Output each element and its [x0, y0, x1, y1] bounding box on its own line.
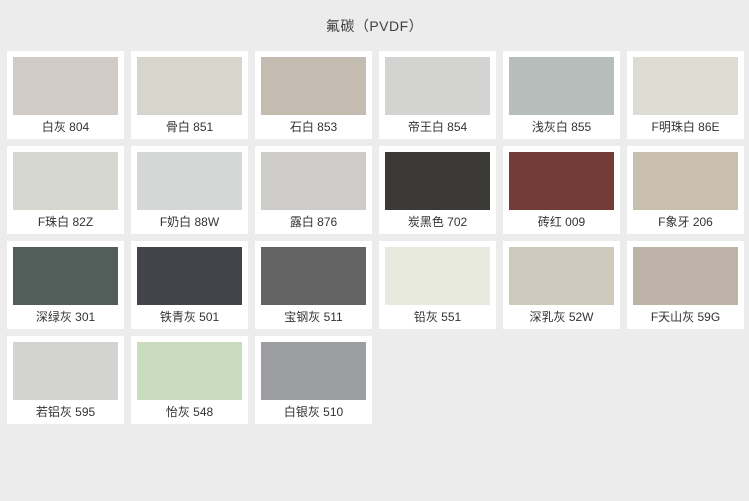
swatch-card[interactable]: 白灰 804 [7, 51, 124, 139]
swatch-label: 露白 876 [289, 215, 338, 229]
swatch-label: 若铝灰 595 [35, 405, 96, 419]
swatch-label: F象牙 206 [658, 215, 713, 229]
swatch-label: 深乳灰 52W [529, 310, 594, 324]
swatch-label: 白灰 804 [41, 120, 90, 134]
swatch-label: 炭黑色 702 [407, 215, 468, 229]
color-sample [261, 57, 366, 115]
swatch-label: 宝钢灰 511 [284, 310, 343, 324]
swatch-label: 石白 853 [289, 120, 338, 134]
color-sample [137, 152, 242, 210]
swatch-label: 浅灰白 855 [531, 120, 592, 134]
swatch-card[interactable]: 怡灰 548 [131, 336, 248, 424]
color-sample [633, 152, 738, 210]
swatch-label: 铅灰 551 [413, 310, 462, 324]
swatch-card[interactable]: 石白 853 [255, 51, 372, 139]
color-sample [13, 247, 118, 305]
swatch-label: F明珠白 86E [651, 120, 720, 134]
swatch-card[interactable]: F象牙 206 [627, 146, 744, 234]
swatch-card[interactable]: 白银灰 510 [255, 336, 372, 424]
swatch-grid: 白灰 804 骨白 851 石白 853 帝王白 854 浅灰白 855 F明珠… [0, 35, 749, 424]
swatch-card[interactable]: 帝王白 854 [379, 51, 496, 139]
color-sample [633, 247, 738, 305]
swatch-card[interactable]: 浅灰白 855 [503, 51, 620, 139]
color-sample [261, 152, 366, 210]
color-sample [261, 342, 366, 400]
swatch-card[interactable]: F奶白 88W [131, 146, 248, 234]
swatch-label: F天山灰 59G [650, 310, 721, 324]
swatch-card[interactable]: 宝钢灰 511 [255, 241, 372, 329]
swatch-card[interactable]: 砖红 009 [503, 146, 620, 234]
swatch-card[interactable]: 骨白 851 [131, 51, 248, 139]
swatch-card[interactable]: 铁青灰 501 [131, 241, 248, 329]
swatch-card[interactable]: 若铝灰 595 [7, 336, 124, 424]
color-sample [137, 57, 242, 115]
swatch-label: 骨白 851 [165, 120, 214, 134]
page-title: 氟碳（PVDF） [325, 18, 424, 34]
swatch-label: F珠白 82Z [37, 215, 94, 229]
swatch-card[interactable]: F珠白 82Z [7, 146, 124, 234]
color-sample [137, 247, 242, 305]
swatch-card[interactable]: 铅灰 551 [379, 241, 496, 329]
swatch-card[interactable]: 炭黑色 702 [379, 146, 496, 234]
color-palette-page: 氟碳（PVDF） 白灰 804 骨白 851 石白 853 帝王白 854 浅灰… [0, 0, 749, 501]
swatch-label: F奶白 88W [159, 215, 220, 229]
color-sample [509, 152, 614, 210]
color-sample [13, 57, 118, 115]
swatch-card[interactable]: F明珠白 86E [627, 51, 744, 139]
color-sample [385, 152, 490, 210]
swatch-label: 深绿灰 301 [35, 310, 96, 324]
color-sample [633, 57, 738, 115]
swatch-label: 帝王白 854 [407, 120, 468, 134]
swatch-card[interactable]: 露白 876 [255, 146, 372, 234]
swatch-label: 铁青灰 501 [159, 310, 220, 324]
color-sample [509, 57, 614, 115]
swatch-label: 怡灰 548 [165, 405, 214, 419]
color-sample [385, 247, 490, 305]
color-sample [509, 247, 614, 305]
swatch-card[interactable]: 深绿灰 301 [7, 241, 124, 329]
swatch-label: 白银灰 510 [283, 405, 344, 419]
swatch-card[interactable]: 深乳灰 52W [503, 241, 620, 329]
color-sample [137, 342, 242, 400]
color-sample [261, 247, 366, 305]
color-sample [13, 342, 118, 400]
color-sample [13, 152, 118, 210]
swatch-card[interactable]: F天山灰 59G [627, 241, 744, 329]
swatch-label: 砖红 009 [537, 215, 586, 229]
color-sample [385, 57, 490, 115]
